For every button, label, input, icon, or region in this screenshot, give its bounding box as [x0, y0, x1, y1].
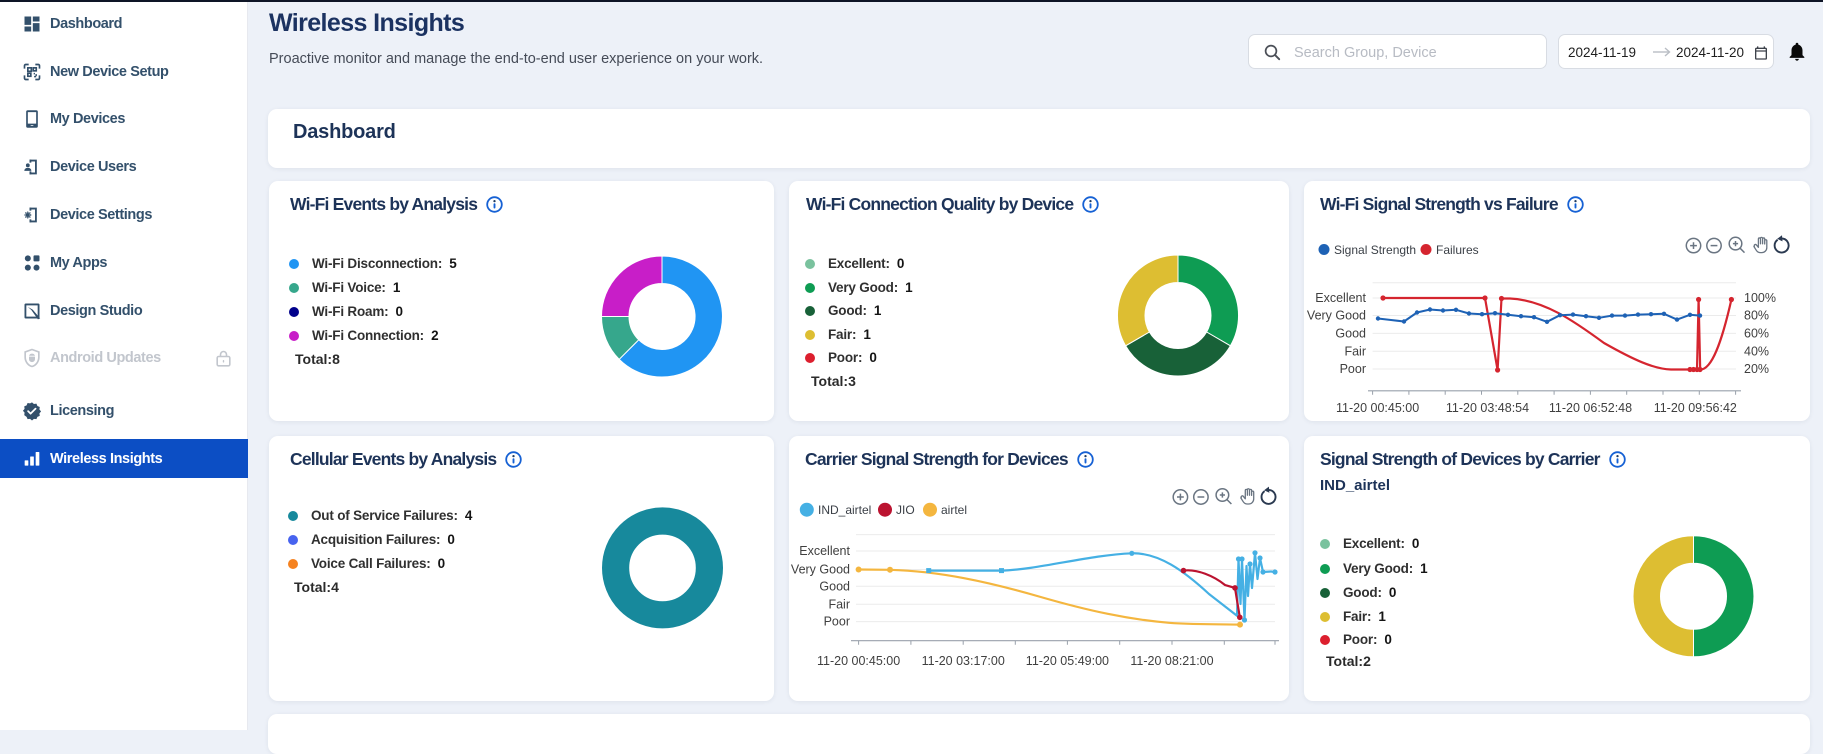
- svg-text:11-20 06:52:48: 11-20 06:52:48: [1549, 401, 1632, 415]
- svg-text:Poor: Poor: [1340, 362, 1366, 376]
- svg-text:Fair: Fair: [1344, 344, 1366, 358]
- svg-text:20%: 20%: [1744, 362, 1769, 376]
- svg-text:Excellent: Excellent: [799, 544, 850, 558]
- svg-text:airtel: airtel: [941, 503, 967, 517]
- svg-text:Very Good: Very Good: [791, 563, 850, 577]
- svg-text:11-20 00:45:00: 11-20 00:45:00: [1336, 401, 1419, 415]
- svg-text:40%: 40%: [1744, 344, 1769, 358]
- svg-text:11-20 00:45:00: 11-20 00:45:00: [817, 654, 900, 668]
- svg-text:Poor: Poor: [824, 615, 850, 629]
- svg-text:11-20 05:49:00: 11-20 05:49:00: [1026, 654, 1109, 668]
- svg-text:Failures: Failures: [1436, 243, 1479, 257]
- svg-text:Fair: Fair: [828, 597, 850, 611]
- svg-text:60%: 60%: [1744, 326, 1769, 340]
- svg-text:IND_airtel: IND_airtel: [818, 503, 871, 517]
- svg-text:Good: Good: [819, 579, 850, 593]
- svg-text:JIO: JIO: [896, 503, 915, 517]
- svg-text:Good: Good: [1335, 326, 1366, 340]
- svg-text:11-20 09:56:42: 11-20 09:56:42: [1654, 401, 1737, 415]
- svg-text:80%: 80%: [1744, 309, 1769, 323]
- svg-text:Excellent: Excellent: [1315, 291, 1366, 305]
- svg-text:11-20 03:17:00: 11-20 03:17:00: [922, 654, 1005, 668]
- svg-text:100%: 100%: [1744, 291, 1776, 305]
- svg-text:11-20 03:48:54: 11-20 03:48:54: [1446, 401, 1529, 415]
- svg-text:Very Good: Very Good: [1307, 309, 1366, 323]
- svg-text:Signal Strength: Signal Strength: [1334, 243, 1416, 257]
- svg-text:11-20 08:21:00: 11-20 08:21:00: [1130, 654, 1213, 668]
